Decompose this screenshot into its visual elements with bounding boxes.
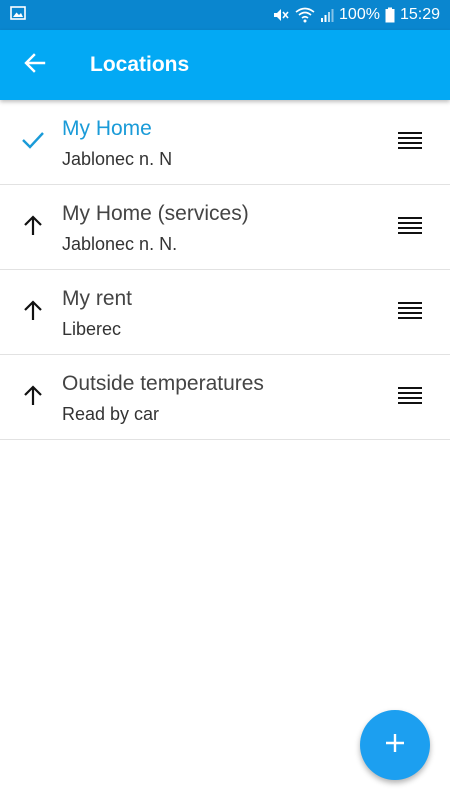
location-item-my-home-services[interactable]: My Home (services) Jablonec n. N. <box>0 185 450 270</box>
drag-handle[interactable] <box>380 185 440 270</box>
location-item-my-rent[interactable]: My rent Liberec <box>0 270 450 355</box>
drag-handle[interactable] <box>380 100 440 185</box>
arrow-up-icon <box>21 383 45 412</box>
locations-list: My Home Jablonec n. N My Home (services)… <box>0 100 450 440</box>
drag-handle-icon <box>398 385 422 410</box>
mute-icon <box>272 7 290 23</box>
location-item-outside-temperatures[interactable]: Outside temperatures Read by car <box>0 355 450 440</box>
plus-icon <box>384 732 406 759</box>
arrow-up-icon <box>21 213 45 242</box>
location-subtitle: Liberec <box>62 318 122 339</box>
drag-handle-icon <box>398 215 422 240</box>
drag-handle[interactable] <box>380 270 440 355</box>
drag-handle-icon <box>398 300 422 325</box>
location-title: My Home (services) <box>62 201 249 225</box>
drag-handle[interactable] <box>380 355 440 440</box>
select-location-button[interactable] <box>0 185 62 270</box>
clock: 15:29 <box>399 6 440 23</box>
signal-icon <box>320 7 334 23</box>
select-location-button[interactable] <box>0 355 62 440</box>
wifi-icon <box>295 7 315 23</box>
back-button[interactable] <box>0 30 70 100</box>
location-title: Outside temperatures <box>62 371 264 395</box>
location-title: My Home <box>62 116 152 140</box>
add-location-button[interactable] <box>360 710 430 780</box>
status-bar: 100% 15:29 <box>0 0 450 30</box>
location-title: My rent <box>62 286 133 310</box>
drag-handle-icon <box>398 130 422 155</box>
select-location-button[interactable] <box>0 270 62 355</box>
arrow-up-icon <box>21 298 45 327</box>
location-subtitle: Jablonec n. N. <box>62 233 178 254</box>
location-subtitle: Read by car <box>62 403 160 424</box>
check-icon <box>20 127 46 158</box>
arrow-left-icon <box>23 51 47 80</box>
gallery-icon <box>10 5 26 26</box>
page-title: Locations <box>90 53 190 76</box>
location-item-my-home[interactable]: My Home Jablonec n. N <box>0 100 450 185</box>
location-subtitle: Jablonec n. N <box>62 148 173 169</box>
battery-icon <box>385 7 395 23</box>
app-bar: Locations <box>0 30 450 100</box>
select-location-button[interactable] <box>0 100 62 185</box>
battery-percentage: 100% <box>339 6 380 23</box>
